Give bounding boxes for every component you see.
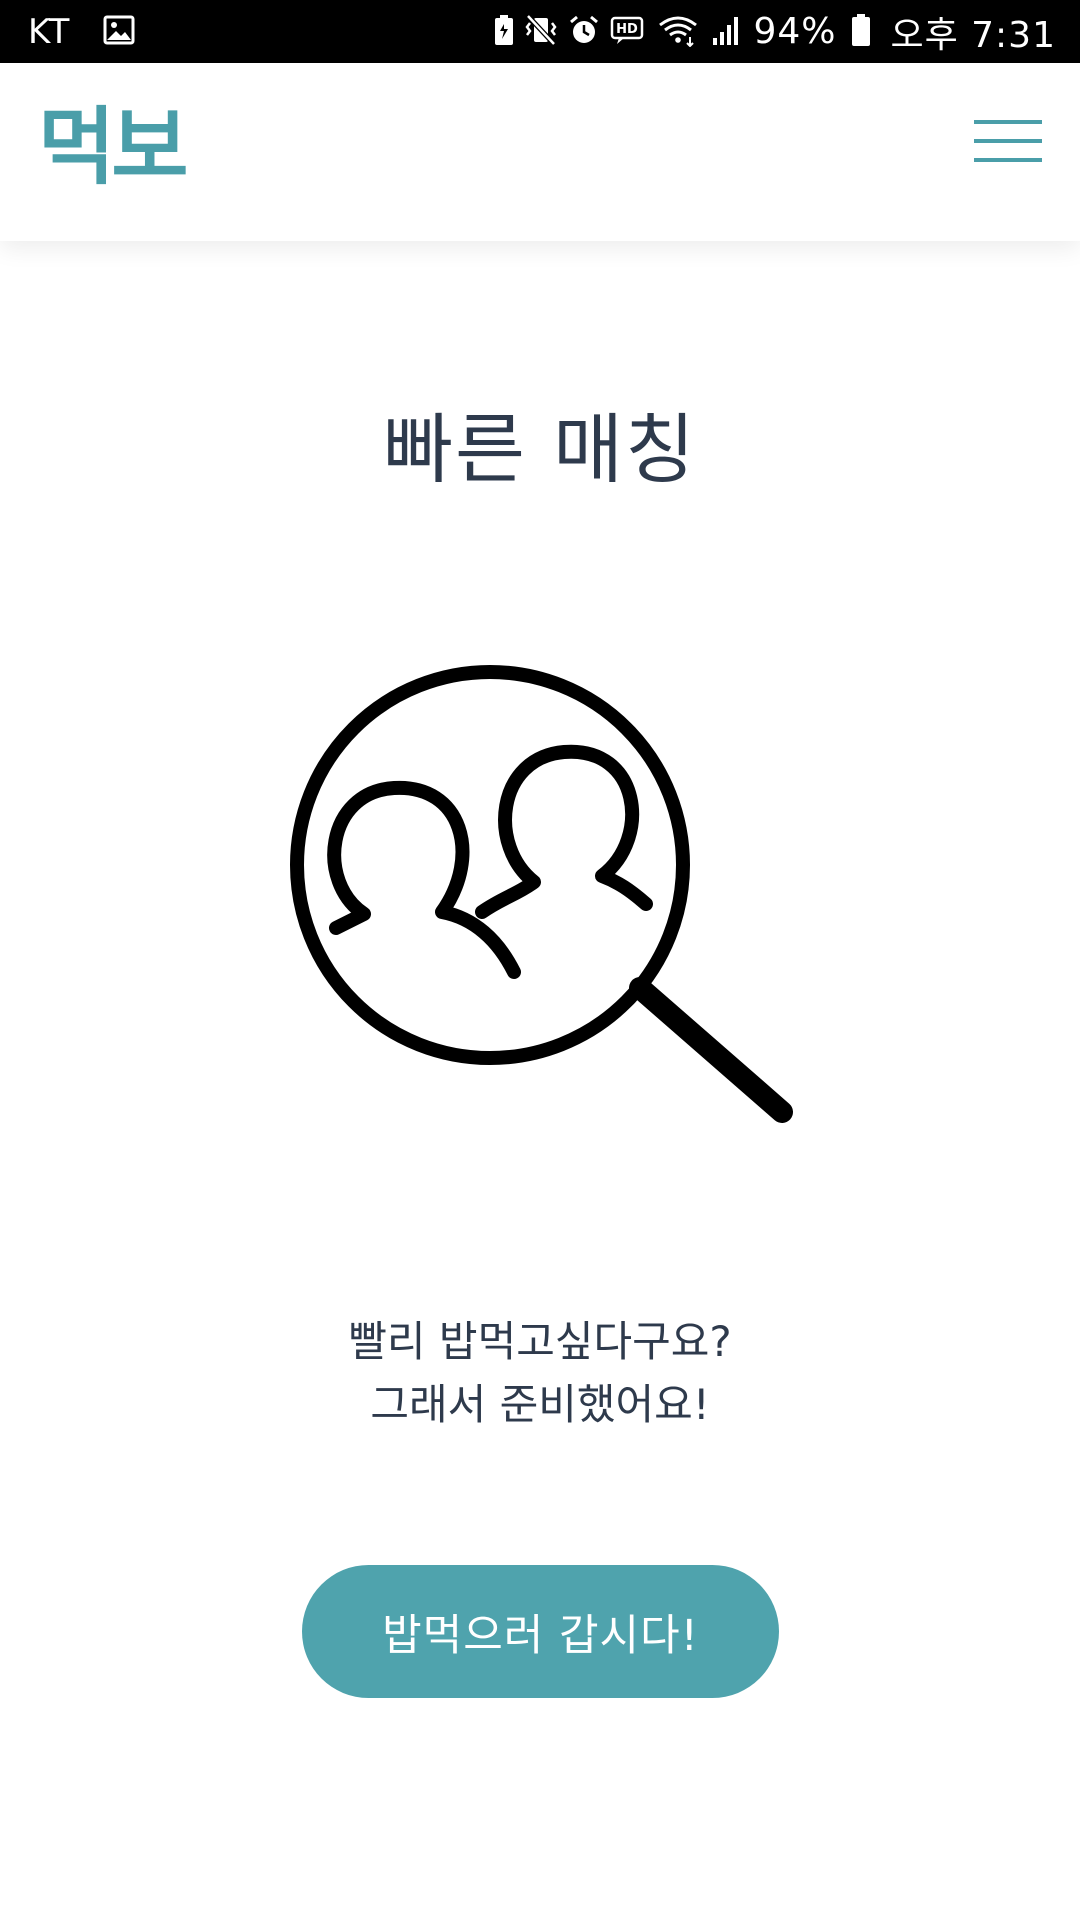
carrier-label: KT [28, 11, 71, 52]
page-title: 빠른 매칭 [383, 405, 697, 494]
svg-text:HD: HD [617, 22, 639, 37]
wifi-icon [656, 13, 700, 51]
lets-go-eat-button[interactable]: 밥먹으러 갑시다! [302, 1565, 779, 1698]
description: 빨리 밥먹고싶다구요? 그래서 준비했어요! [0, 1310, 1080, 1436]
status-bar-right: HD 94% 오후 7:31 [489, 0, 1056, 63]
status-bar-left: KT [28, 0, 140, 63]
alarm-icon [568, 14, 600, 50]
magnifier-users-icon [282, 660, 802, 1140]
menu-bar-middle [974, 139, 1042, 143]
clock: 오후 7:31 [890, 14, 1056, 56]
description-line-2: 그래서 준비했어요! [370, 1380, 710, 1429]
menu-bar-top [974, 120, 1042, 124]
status-bar: KT HD 94% 오후 7:31 [0, 0, 1080, 63]
battery-percent: 94% [753, 11, 837, 52]
menu-bar-bottom [974, 158, 1042, 162]
brand-logo[interactable]: 먹보 [38, 97, 189, 197]
hd-icon: HD [610, 15, 646, 49]
hamburger-menu-icon[interactable] [974, 113, 1042, 173]
app-header: 먹보 [0, 63, 1080, 241]
vibrate-mute-icon [524, 13, 558, 50]
image-icon [103, 15, 135, 49]
battery-icon [851, 13, 871, 51]
description-line-1: 빨리 밥먹고싶다구요? [348, 1317, 732, 1366]
battery-saver-icon [494, 14, 514, 50]
signal-icon [710, 14, 742, 50]
